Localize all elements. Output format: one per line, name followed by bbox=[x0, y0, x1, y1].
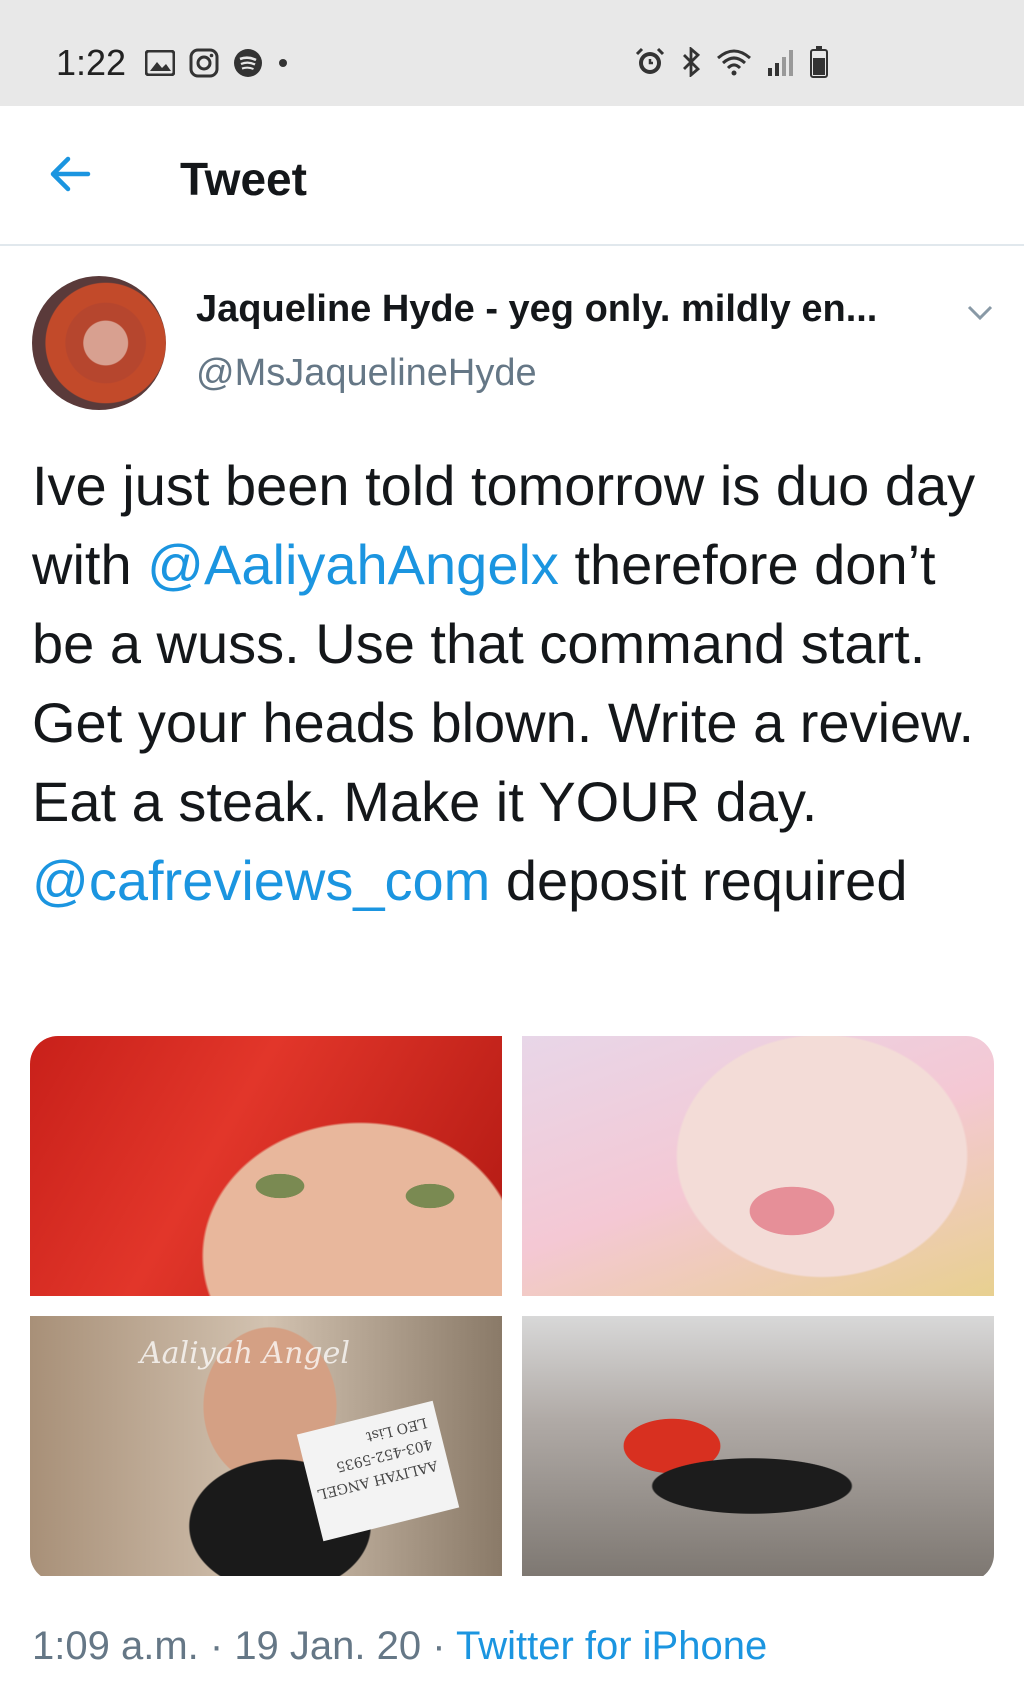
mention-link[interactable]: @cafreviews_com bbox=[32, 849, 490, 912]
alarm-icon bbox=[635, 47, 665, 74]
tweet-meta: 1:09 a.m. · 19 Jan. 20 · Twitter for iPh… bbox=[32, 1624, 767, 1669]
media-image[interactable] bbox=[30, 1036, 502, 1296]
media-image[interactable] bbox=[522, 1036, 994, 1296]
instagram-icon bbox=[189, 48, 219, 78]
status-right-icons bbox=[634, 46, 828, 78]
dot-icon bbox=[279, 59, 287, 67]
verification-sign: AALIYAH ANGEL 403-452-5935 LEO List bbox=[296, 1400, 460, 1542]
author-name[interactable]: Jaqueline Hyde - yeg only. mildly en... bbox=[196, 288, 877, 331]
media-grid: Aaliyah Angel AALIYAH ANGEL 403-452-5935… bbox=[30, 1036, 994, 1582]
battery-icon bbox=[810, 46, 828, 78]
status-bar: 1:22 bbox=[0, 0, 1024, 106]
avatar[interactable] bbox=[32, 276, 166, 410]
back-arrow-icon[interactable] bbox=[48, 152, 92, 196]
signal-icon bbox=[768, 50, 793, 76]
author-handle[interactable]: @MsJaquelineHyde bbox=[196, 352, 537, 395]
wifi-icon bbox=[717, 49, 751, 76]
tweet-source-link[interactable]: Twitter for iPhone bbox=[456, 1624, 767, 1668]
image-watermark: Aaliyah Angel bbox=[140, 1336, 350, 1371]
tweet-header: Tweet bbox=[0, 106, 1024, 246]
media-image[interactable] bbox=[522, 1316, 994, 1576]
status-left-icons bbox=[145, 48, 289, 78]
separator: · bbox=[198, 1624, 235, 1668]
sign-text: AALIYAH ANGEL 403-452-5935 LEO List bbox=[305, 1411, 440, 1505]
status-time: 1:22 bbox=[56, 42, 127, 83]
tweet-date: 19 Jan. 20 bbox=[234, 1624, 422, 1668]
tweet-text-part: deposit required bbox=[490, 849, 908, 912]
page-title: Tweet bbox=[180, 153, 307, 205]
tweet-time: 1:09 a.m. bbox=[32, 1624, 199, 1668]
chevron-down-icon[interactable] bbox=[966, 298, 994, 326]
media-image[interactable]: Aaliyah Angel AALIYAH ANGEL 403-452-5935… bbox=[30, 1316, 502, 1576]
spotify-icon bbox=[234, 49, 262, 77]
bluetooth-icon bbox=[683, 47, 701, 77]
tweet-text: Ive just been told tomorrow is duo day w… bbox=[32, 446, 1002, 920]
gallery-icon bbox=[145, 50, 175, 76]
mention-link[interactable]: @AaliyahAngelx bbox=[147, 533, 559, 596]
separator: · bbox=[421, 1624, 456, 1668]
